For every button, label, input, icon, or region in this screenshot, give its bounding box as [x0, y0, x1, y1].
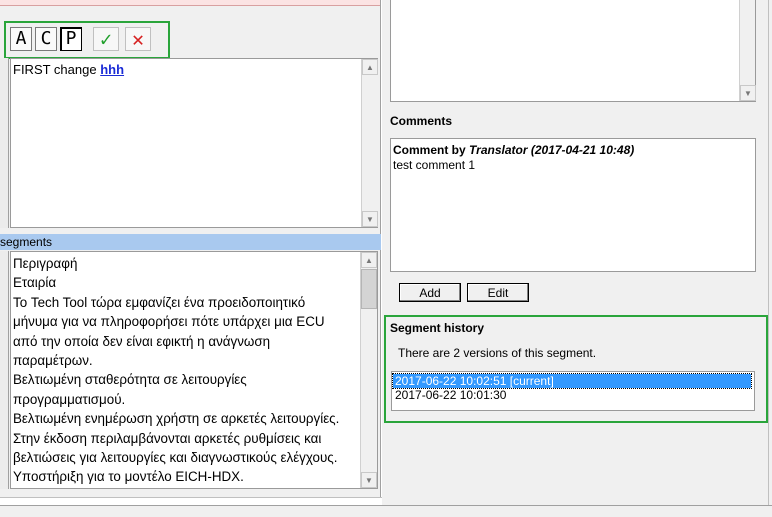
status-bar [0, 505, 772, 517]
segment-line: Το Tech Tool τώρα εμφανίζει ένα προειδοπ… [13, 294, 306, 310]
segment-line: Βελτιωμένη ενημέρωση χρήστη σε αρκετές λ… [13, 411, 340, 427]
target-editor[interactable] [10, 58, 378, 228]
comment-prefix: Comment by [393, 143, 466, 157]
scroll-down-icon[interactable]: ▼ [740, 85, 756, 101]
segment-line: Υποστήριξη για το μοντέλο EICH-HDX. [13, 469, 244, 485]
editor-text: FIRST change [13, 62, 97, 77]
splitter[interactable] [380, 0, 382, 517]
segment-line: Στην έκδοση περιλαμβάνονται αρκετές ρυθμ… [13, 430, 322, 446]
scroll-up-icon[interactable]: ▲ [361, 252, 377, 268]
scroll-up-icon[interactable]: ▲ [362, 59, 378, 75]
accept-button[interactable]: A [10, 27, 32, 51]
segments-header: segments [0, 234, 381, 250]
editor-scrollbar[interactable]: ▲ ▼ [361, 59, 378, 227]
edit-comment-button[interactable]: Edit [467, 283, 529, 302]
reject-button[interactable]: ✕ [125, 27, 151, 51]
comments-title: Comments [390, 114, 453, 128]
add-comment-button[interactable]: Add [399, 283, 461, 302]
comment-date: (2017-04-21 10:48) [530, 143, 635, 157]
accept-button-label: A [15, 28, 27, 49]
source-preview-box[interactable] [390, 0, 756, 102]
comment-body: test comment 1 [393, 158, 476, 172]
scroll-down-icon[interactable]: ▼ [362, 211, 378, 227]
close-icon: ✕ [131, 27, 145, 51]
comment-author: Translator [469, 143, 528, 157]
segments-scrollbar[interactable]: ▲ ▼ [360, 252, 377, 488]
segment-line: προγραμματισμού. [13, 391, 126, 407]
segment-line: από την οποία δεν είναι εφικτή η ανάγνωσ… [13, 333, 271, 349]
segments-header-label: segments [0, 235, 53, 249]
segment-line: βελτιώσεις για λειτουργίες και διαγνωστι… [13, 450, 338, 465]
proofread-button-label: P [65, 28, 77, 49]
left-gutter-lower [0, 251, 9, 489]
history-info: There are 2 versions of this segment. [398, 346, 597, 360]
scroll-down-icon[interactable]: ▼ [361, 472, 377, 488]
segment-line: Περιγραφή [13, 256, 78, 271]
editor-content[interactable]: FIRST change hhh [13, 62, 124, 77]
segment-line: Βελτιωμένη σταθερότητα σε λειτουργίες [13, 372, 247, 388]
segment-line: παραμέτρων. [13, 353, 93, 368]
preview-scrollbar[interactable]: ▼ [739, 0, 756, 101]
left-gutter [0, 58, 9, 228]
segment-line: Εταιρία [13, 275, 57, 291]
history-title: Segment history [390, 321, 485, 335]
edit-button-label: Edit [487, 285, 509, 300]
confirm-button-label: C [40, 28, 52, 49]
history-item[interactable]: 2017-06-22 10:01:30 [393, 388, 751, 402]
horizontal-scroll-area [0, 497, 382, 505]
editor-link[interactable]: hhh [100, 62, 124, 77]
scroll-thumb[interactable] [361, 269, 377, 309]
tab-strip [0, 0, 380, 6]
check-icon: ✓ [99, 27, 113, 51]
comment-header: Comment by Translator (2017-04-21 10:48) [393, 143, 634, 157]
proofread-button[interactable]: P [60, 27, 82, 51]
add-button-label: Add [419, 285, 441, 300]
segment-line: μήνυμα για να πληροφορήσει πότε υπάρχει … [13, 314, 325, 330]
right-edge [768, 0, 772, 517]
history-item-current[interactable]: 2017-06-22 10:02:51 [current] [392, 373, 752, 389]
approve-button[interactable]: ✓ [93, 27, 119, 51]
confirm-button[interactable]: C [35, 27, 57, 51]
